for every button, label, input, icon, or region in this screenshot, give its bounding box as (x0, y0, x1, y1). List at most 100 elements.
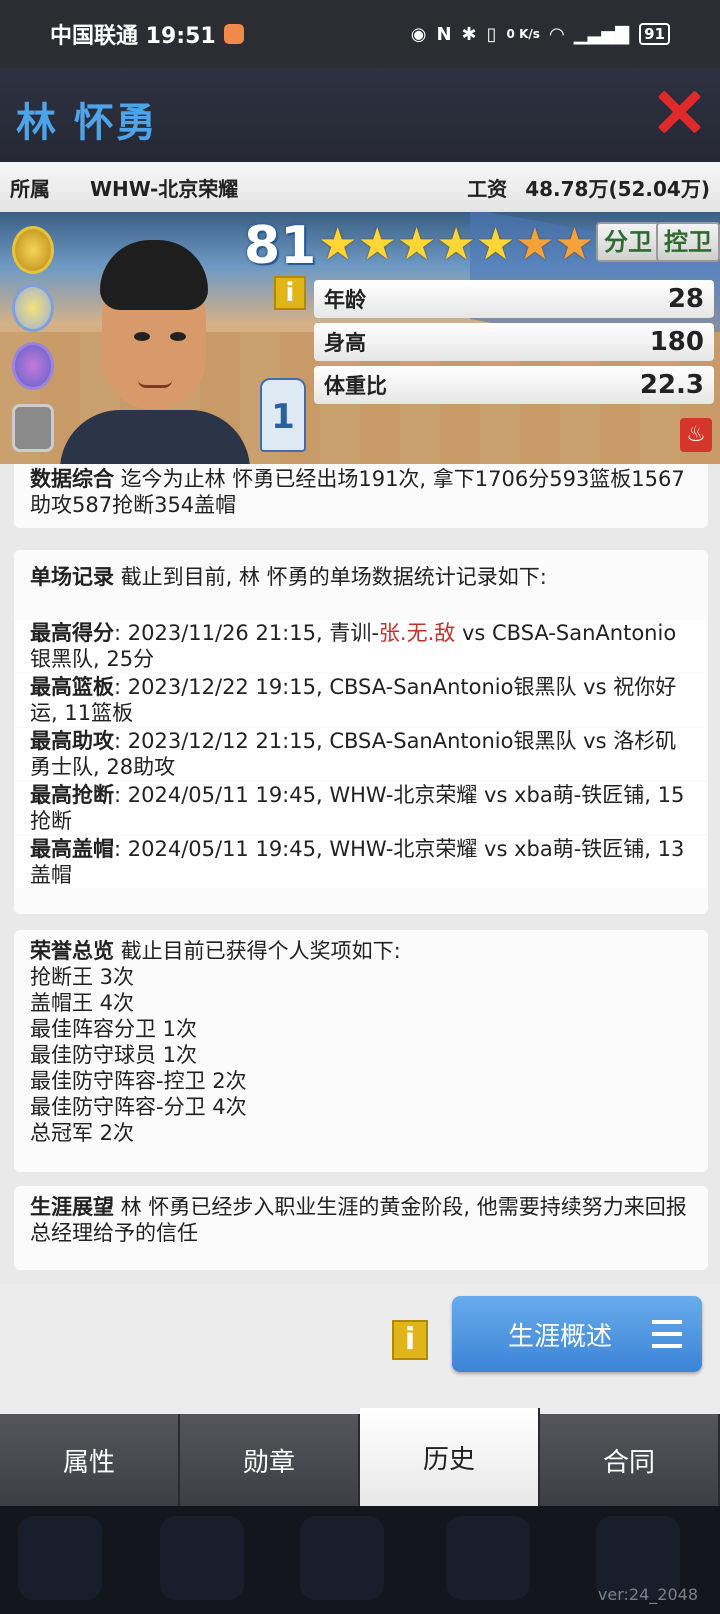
battery-icon: 91 (639, 23, 670, 45)
record-detail: : 2024/05/11 19:45, WHW-北京荣耀 vs xba萌-铁匠铺… (30, 783, 685, 833)
tab-bar: 属性 勋章 历史 合同 (0, 1408, 720, 1506)
attr-value: 28 (667, 284, 704, 314)
salary-label: 工资 (467, 176, 508, 201)
attr-label: 身高 (324, 331, 366, 355)
star-icon: ★ (475, 219, 516, 270)
star-icon: ★ (357, 219, 397, 270)
tab-medals[interactable]: 勋章 (180, 1414, 360, 1506)
honor-item: 抢断王 3次 (30, 965, 135, 989)
summary-card: 数据综合 迄今为止林 怀勇已经出场191次, 拿下1706分593篮板1567助… (14, 464, 708, 528)
attr-value: 180 (649, 327, 704, 357)
summary-title: 数据综合 (30, 467, 114, 491)
wifi-icon: ◠ (549, 23, 564, 45)
star-rating: ★ ★ ★ ★ ★ ★ ★ ★ (318, 222, 634, 268)
tab-contract[interactable]: 合同 (540, 1414, 720, 1506)
dock-money-icon (160, 1516, 244, 1600)
attr-value: 22.3 (639, 370, 704, 400)
record-label: 最高篮板 (30, 675, 114, 699)
records-title: 单场记录 (30, 565, 114, 589)
web-medal-icon[interactable] (12, 342, 54, 390)
background-dock: ver:24_2048 (0, 1506, 720, 1614)
record-item: 最高篮板: 2023/12/22 19:15, CBSA-SanAntonio银… (14, 674, 708, 726)
summary-text: 迄今为止林 怀勇已经出场191次, 拿下1706分593篮板1567助攻587抢… (30, 467, 685, 517)
lock-icon[interactable] (12, 404, 54, 452)
close-icon[interactable] (658, 88, 698, 136)
record-label: 最高助攻 (30, 729, 114, 753)
net-speed: 0 K/s (506, 27, 540, 41)
outlook-text: 林 怀勇已经步入职业生涯的黄金阶段, 他需要持续努力来回报总经理给予的信任 (30, 1195, 687, 1245)
star-icon: ★ (318, 219, 358, 270)
nfc-icon: N (436, 23, 452, 45)
info-icon[interactable]: i (274, 276, 306, 310)
helmet-medal-icon[interactable] (12, 284, 54, 332)
record-item: 最高助攻: 2023/12/12 21:15, CBSA-SanAntonio银… (14, 728, 708, 780)
player-hero-panel: 1 81 ★ ★ ★ ★ ★ ★ ★ ★ 分卫 控卫 i 年龄 28 身高 18… (0, 212, 720, 464)
dock-star-icon (18, 1516, 102, 1600)
player-avatar (60, 240, 250, 464)
team-name: WHW-北京荣耀 (90, 176, 239, 201)
record-label: 最高得分 (30, 621, 114, 645)
honors-intro: 截止目前已获得个人奖项如下: (114, 939, 401, 963)
overall-rating: 81 (244, 216, 317, 276)
attr-age: 年龄 28 (314, 280, 714, 318)
record-detail: : 2024/05/11 19:45, WHW-北京荣耀 vs xba萌-铁匠铺… (30, 837, 685, 887)
record-detail: : 2023/11/26 21:15, 青训- (114, 621, 379, 645)
attr-height: 身高 180 (314, 323, 714, 361)
attr-bmi: 体重比 22.3 (314, 366, 714, 404)
tab-history[interactable]: 历史 (360, 1408, 540, 1506)
star-icon: ★ (554, 219, 595, 270)
status-bar: 中国联通 19:51 ◉ N ✱ ▯ 0 K/s ◠ ▁▃▅▇ 91 (0, 0, 720, 68)
bottom-actions: i 生涯概述 (0, 1284, 720, 1414)
star-icon: ★ (396, 219, 437, 270)
signal-icon: ▁▃▅▇ (573, 23, 630, 45)
team-label: 所属 (10, 176, 50, 201)
player-header: 林 怀勇 (0, 68, 720, 162)
honor-item: 最佳防守阵容-控卫 2次 (30, 1069, 247, 1093)
fire-icon[interactable]: ♨ (680, 418, 712, 452)
position-badge-pg: 控卫 (656, 222, 720, 262)
attr-label: 年龄 (324, 288, 366, 312)
gold-medal-icon[interactable] (12, 226, 54, 274)
records-card: 单场记录 截止到目前, 林 怀勇的单场数据统计记录如下: 最高得分: 2023/… (14, 550, 708, 914)
record-player-name: 张.无.敌 (378, 621, 456, 645)
record-item: 最高盖帽: 2024/05/11 19:45, WHW-北京荣耀 vs xba萌… (14, 836, 708, 888)
outlook-card: 生涯展望 林 怀勇已经步入职业生涯的黄金阶段, 他需要持续努力来回报总经理给予的… (14, 1186, 708, 1270)
honor-item: 最佳防守球员 1次 (30, 1043, 198, 1067)
record-label: 最高盖帽 (30, 837, 114, 861)
record-detail: : 2023/12/12 21:15, CBSA-SanAntonio银黑队 v… (30, 729, 677, 779)
position-badge-sg: 分卫 (596, 222, 660, 262)
career-button-label: 生涯概述 (508, 1321, 613, 1352)
salary-value: 48.78万(52.04万) (525, 176, 710, 201)
team-salary-row: 所属 WHW-北京荣耀 工资 48.78万(52.04万) (0, 162, 720, 212)
records-intro: 截止到目前, 林 怀勇的单场数据统计记录如下: (114, 565, 547, 589)
app-notification-icon (223, 24, 244, 44)
honor-item: 盖帽王 4次 (30, 991, 135, 1015)
history-content[interactable]: 数据综合 迄今为止林 怀勇已经出场191次, 拿下1706分593篮板1567助… (0, 464, 720, 1284)
record-item: 最高得分: 2023/11/26 21:15, 青训-张.无.敌 vs CBSA… (14, 620, 708, 672)
outlook-title: 生涯展望 (30, 1195, 114, 1219)
attr-label: 体重比 (324, 374, 387, 398)
menu-icon (652, 1320, 682, 1348)
honors-card: 荣誉总览 截止目前已获得个人奖项如下: 抢断王 3次 盖帽王 4次 最佳阵容分卫… (14, 930, 708, 1172)
tab-attributes[interactable]: 属性 (0, 1414, 180, 1506)
dock-shield-icon (446, 1516, 530, 1600)
dock-team-icon (300, 1516, 384, 1600)
star-icon: ★ (515, 219, 555, 270)
honor-item: 最佳阵容分卫 1次 (30, 1017, 198, 1041)
honor-item: 最佳防守阵容-分卫 4次 (30, 1095, 247, 1119)
eye-icon: ◉ (410, 23, 427, 45)
bluetooth-icon: ✱ (461, 23, 477, 45)
star-icon: ★ (436, 219, 476, 270)
honor-item: 总冠军 2次 (30, 1121, 135, 1145)
vibrate-icon: ▯ (486, 23, 497, 45)
player-name: 林 怀勇 (16, 100, 158, 146)
version-label: ver:24_2048 (597, 1585, 698, 1604)
carrier-time: 中国联通 19:51 (50, 24, 216, 49)
honors-title: 荣誉总览 (30, 939, 114, 963)
record-item: 最高抢断: 2024/05/11 19:45, WHW-北京荣耀 vs xba萌… (14, 782, 708, 834)
jersey-number: 1 (260, 378, 306, 452)
info-icon[interactable]: i (392, 1320, 428, 1360)
career-overview-button[interactable]: 生涯概述 (452, 1296, 702, 1372)
record-label: 最高抢断 (30, 783, 114, 807)
record-detail: : 2023/12/22 19:15, CBSA-SanAntonio银黑队 v… (30, 675, 677, 725)
